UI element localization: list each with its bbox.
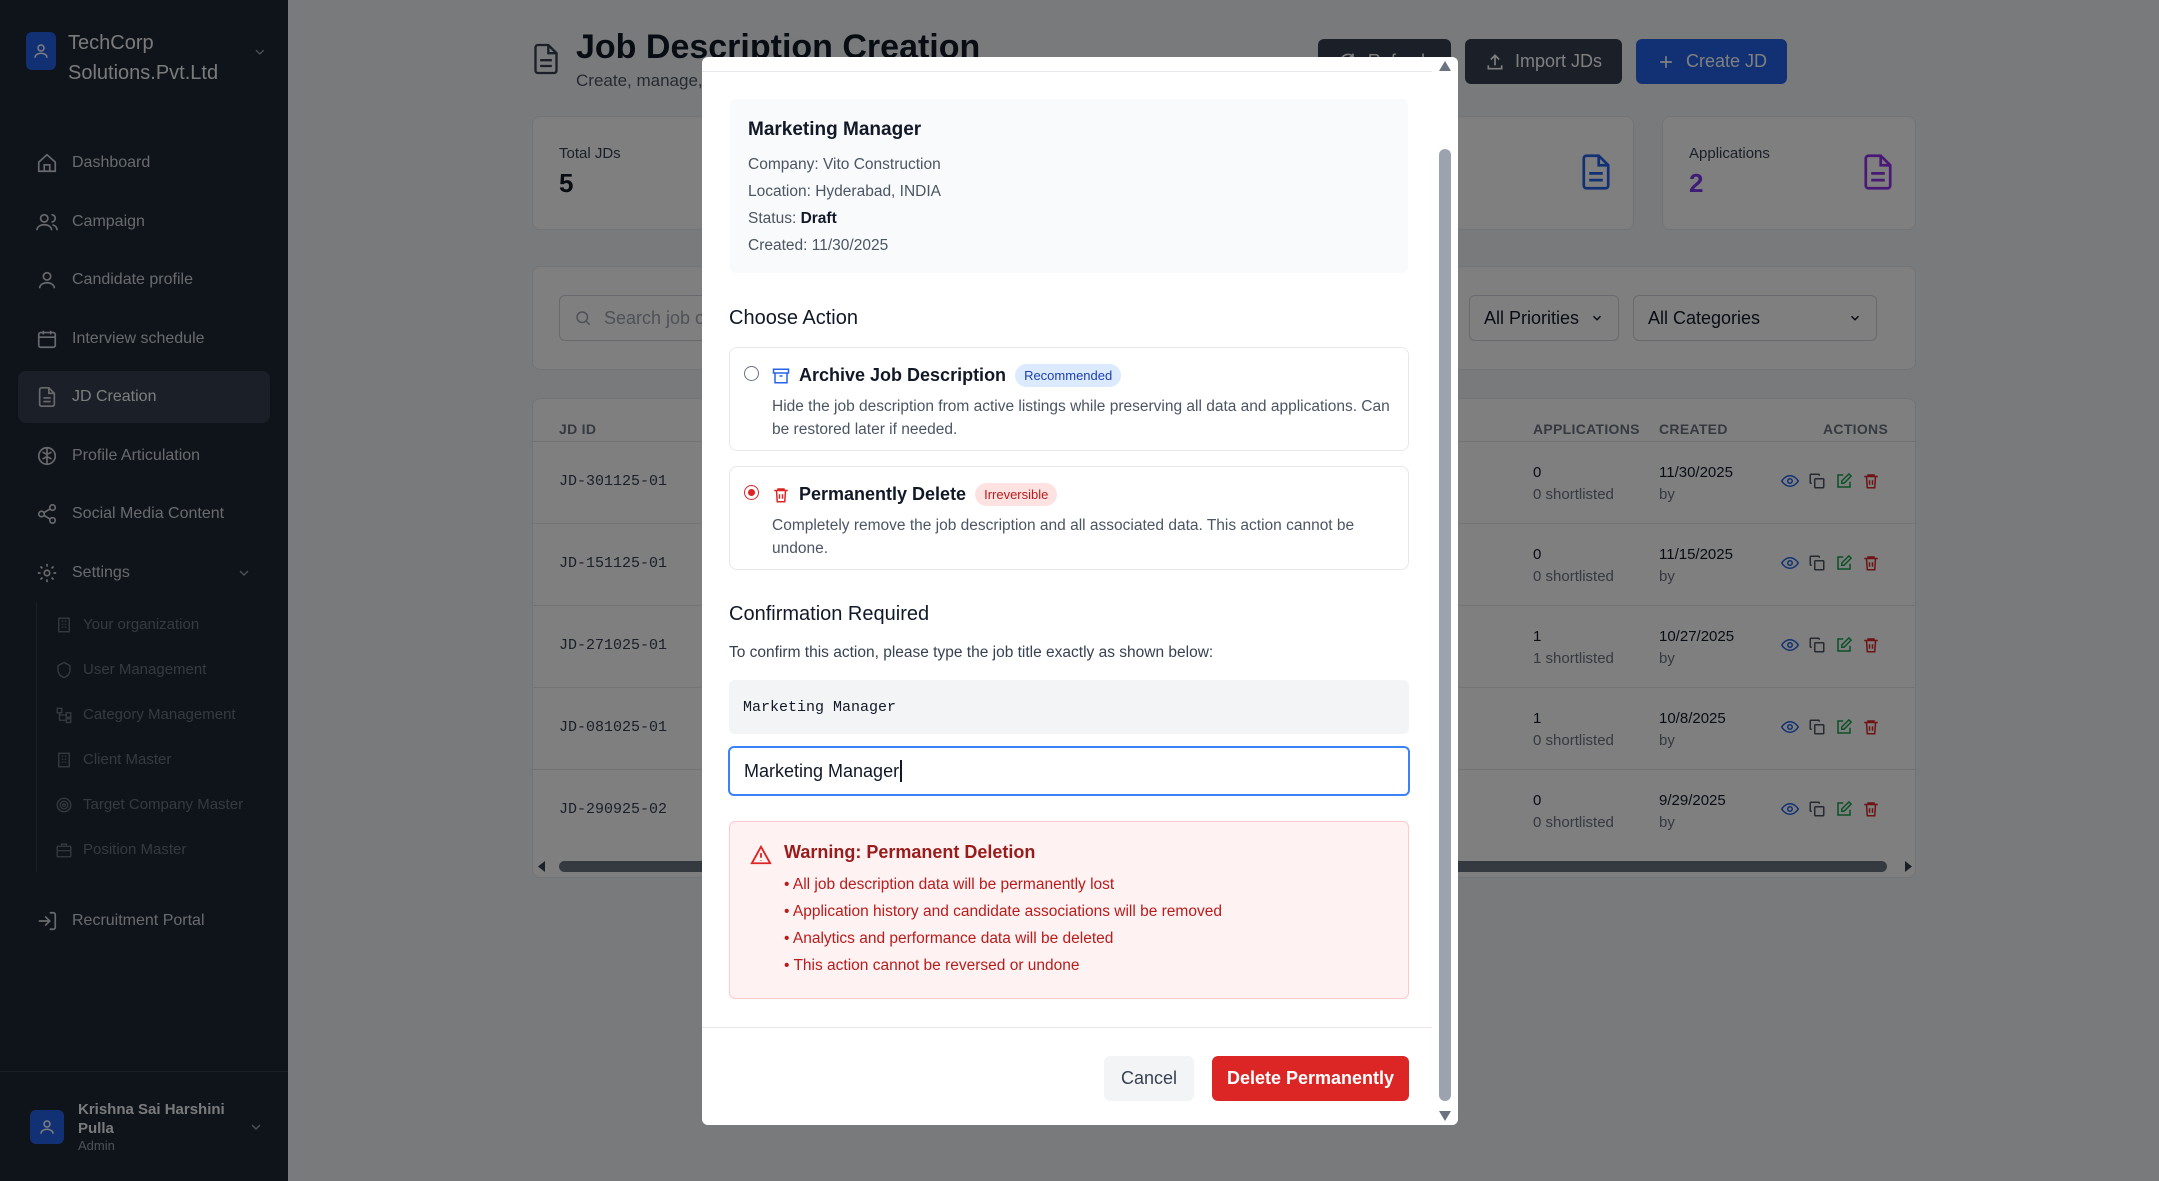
job-status: Status: Draft	[748, 205, 1390, 232]
archive-option[interactable]: Archive Job Description Recommended Hide…	[729, 347, 1409, 451]
job-company: Company: Vito Construction	[748, 151, 1390, 178]
warning-item: • This action cannot be reversed or undo…	[784, 957, 1080, 974]
recommended-badge: Recommended	[1015, 364, 1122, 387]
archive-title: Archive Job Description	[799, 365, 1007, 385]
scroll-up-icon[interactable]	[1439, 61, 1451, 71]
confirm-title-input[interactable]: Marketing Manager	[728, 746, 1410, 796]
archive-icon	[772, 368, 790, 383]
deletion-warning: Warning: Permanent Deletion • All job de…	[729, 821, 1409, 999]
status-value: Draft	[800, 210, 837, 227]
created-label: Created:	[748, 237, 808, 254]
choose-action-heading: Choose Action	[729, 307, 858, 329]
cancel-button[interactable]: Cancel	[1104, 1056, 1194, 1101]
location-label: Location:	[748, 183, 811, 200]
divider	[702, 71, 1432, 72]
warning-title: Warning: Permanent Deletion	[784, 842, 1036, 862]
company-label: Company:	[748, 156, 819, 173]
archive-description: Hide the job description from active lis…	[772, 398, 1390, 438]
warning-icon	[750, 844, 772, 865]
modal-footer: Cancel Delete Permanently	[702, 1027, 1432, 1125]
permanent-delete-option[interactable]: Permanently Delete Irreversible Complete…	[729, 466, 1409, 570]
text-caret	[900, 760, 902, 782]
confirm-input-value: Marketing Manager	[744, 760, 900, 781]
warning-item: • All job description data will be perma…	[784, 876, 1115, 893]
location-value: Hyderabad, INDIA	[815, 183, 942, 200]
created-value: 11/30/2025	[811, 237, 889, 254]
warning-item: • Application history and candidate asso…	[784, 903, 1222, 920]
status-label: Status:	[748, 210, 797, 227]
confirmation-instruction: To confirm this action, please type the …	[729, 644, 1214, 661]
scrollbar-thumb[interactable]	[1439, 149, 1451, 1101]
delete-jd-modal: Marketing Manager Company: Vito Construc…	[702, 57, 1458, 1125]
irreversible-badge: Irreversible	[975, 483, 1058, 506]
warning-item: • Analytics and performance data will be…	[784, 930, 1114, 947]
trash-icon	[774, 487, 788, 502]
expected-title-box: Marketing Manager	[729, 680, 1409, 734]
job-summary-card: Marketing Manager Company: Vito Construc…	[730, 99, 1408, 273]
confirmation-heading: Confirmation Required	[729, 603, 930, 625]
delete-title: Permanently Delete	[799, 484, 967, 504]
delete-radio[interactable]	[744, 485, 759, 500]
job-created: Created: 11/30/2025	[748, 232, 1390, 259]
modal-scrollbar[interactable]	[1432, 57, 1458, 1125]
job-location: Location: Hyderabad, INDIA	[748, 178, 1390, 205]
company-value: Vito Construction	[822, 156, 941, 173]
scroll-down-icon[interactable]	[1439, 1111, 1451, 1121]
archive-radio[interactable]	[744, 366, 759, 381]
delete-description: Completely remove the job description an…	[772, 517, 1355, 557]
job-title: Marketing Manager	[748, 119, 922, 140]
modal-body: Marketing Manager Company: Vito Construc…	[702, 57, 1432, 1027]
delete-permanently-button[interactable]: Delete Permanently	[1212, 1056, 1409, 1101]
